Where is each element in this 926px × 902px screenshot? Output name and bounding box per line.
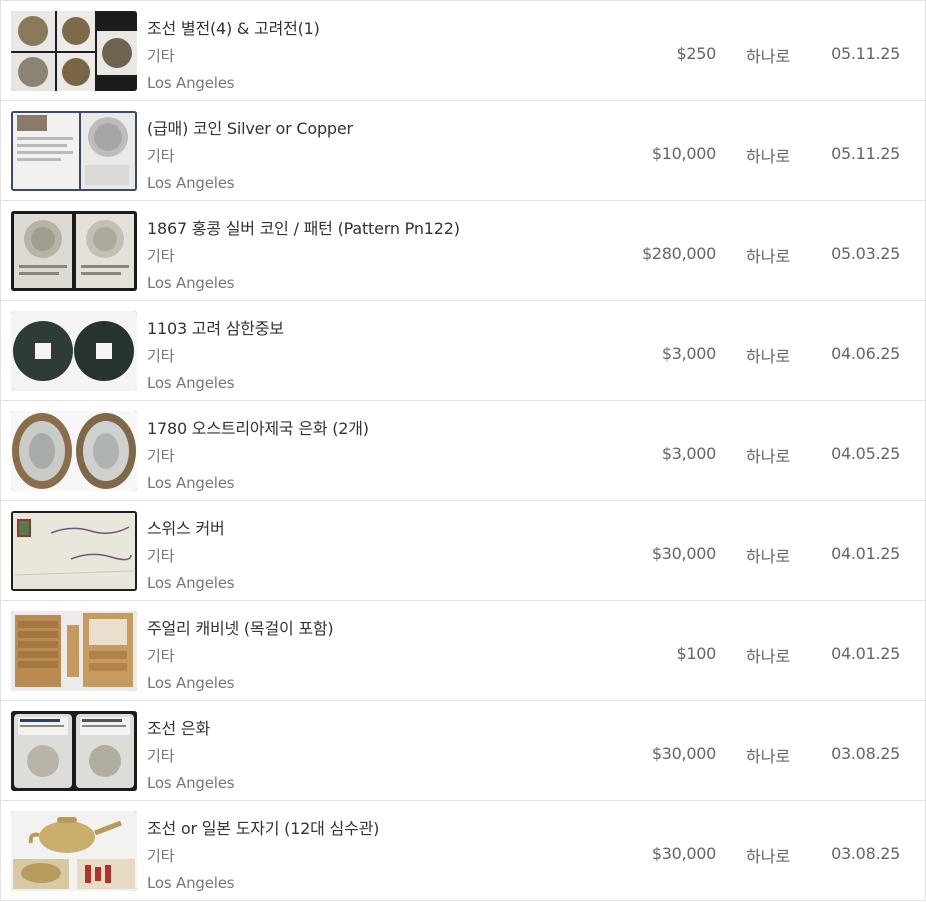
listing-row[interactable]: 조선 별전(4) & 고려전(1) 기타 Los Angeles $250 하나…: [0, 1, 926, 101]
listing-category: 기타: [147, 847, 175, 865]
listing-date: 03.08.25: [831, 844, 900, 863]
listing-price: $3,000: [661, 344, 716, 363]
listing-seller: 하나로: [746, 847, 791, 866]
listing-price: $100: [676, 644, 716, 663]
listing-location: Los Angeles: [147, 174, 235, 192]
listing-thumbnail[interactable]: [11, 111, 137, 191]
listing-seller: 하나로: [746, 647, 791, 666]
listing-thumbnail[interactable]: [11, 211, 137, 291]
listing-category: 기타: [147, 247, 175, 265]
listing-seller: 하나로: [746, 447, 791, 466]
listing-price: $30,000: [651, 544, 716, 563]
listing-price: $10,000: [651, 144, 716, 163]
listing-row[interactable]: 1103 고려 삼한중보 기타 Los Angeles $3,000 하나로 0…: [0, 301, 926, 401]
listing-row[interactable]: 1780 오스트리아제국 은화 (2개) 기타 Los Angeles $3,0…: [0, 401, 926, 501]
listing-row[interactable]: 주얼리 캐비넷 (목걸이 포함) 기타 Los Angeles $100 하나로…: [0, 601, 926, 701]
listing-category: 기타: [147, 547, 175, 565]
listing-category: 기타: [147, 447, 175, 465]
listing-date: 04.06.25: [831, 344, 900, 363]
listing-thumbnail[interactable]: [11, 711, 137, 791]
listing-title[interactable]: 조선 별전(4) & 고려전(1): [147, 15, 320, 39]
listing-title[interactable]: 조선 or 일본 도자기 (12대 심수관): [147, 815, 379, 839]
listing-date: 04.01.25: [831, 644, 900, 663]
listing-location: Los Angeles: [147, 674, 235, 692]
listing-date: 04.05.25: [831, 444, 900, 463]
listing-seller: 하나로: [746, 347, 791, 366]
listing-location: Los Angeles: [147, 74, 235, 92]
listing-location: Los Angeles: [147, 274, 235, 292]
listing-category: 기타: [147, 347, 175, 365]
listing-thumbnail[interactable]: [11, 611, 137, 691]
listing-seller: 하나로: [746, 47, 791, 66]
listing-date: 05.11.25: [831, 144, 900, 163]
listing-title[interactable]: 1780 오스트리아제국 은화 (2개): [147, 415, 369, 439]
listing-date: 04.01.25: [831, 544, 900, 563]
listing-price: $3,000: [661, 444, 716, 463]
listing-title[interactable]: 조선 은화: [147, 715, 210, 739]
listing-thumbnail[interactable]: [11, 411, 137, 491]
listing-category: 기타: [147, 647, 175, 665]
listing-category: 기타: [147, 147, 175, 165]
listing-row[interactable]: (급매) 코인 Silver or Copper 기타 Los Angeles …: [0, 101, 926, 201]
listing-row[interactable]: 1867 홍콩 실버 코인 / 패턴 (Pattern Pn122) 기타 Lo…: [0, 201, 926, 301]
listing-category: 기타: [147, 47, 175, 65]
listing-location: Los Angeles: [147, 474, 235, 492]
listing-category: 기타: [147, 747, 175, 765]
listing-title[interactable]: 주얼리 캐비넷 (목걸이 포함): [147, 615, 334, 639]
listing-date: 05.03.25: [831, 244, 900, 263]
listing-date: 03.08.25: [831, 744, 900, 763]
listing-location: Los Angeles: [147, 574, 235, 592]
listing-date: 05.11.25: [831, 44, 900, 63]
listing-seller: 하나로: [746, 547, 791, 566]
listing-seller: 하나로: [746, 747, 791, 766]
listing-price: $250: [676, 44, 716, 63]
listing-price: $30,000: [651, 744, 716, 763]
listing-price: $280,000: [642, 244, 716, 263]
listing-thumbnail[interactable]: [11, 11, 137, 91]
listing-row[interactable]: 스위스 커버 기타 Los Angeles $30,000 하나로 04.01.…: [0, 501, 926, 601]
listing-location: Los Angeles: [147, 774, 235, 792]
listing-price: $30,000: [651, 844, 716, 863]
listing-row[interactable]: 조선 은화 기타 Los Angeles $30,000 하나로 03.08.2…: [0, 701, 926, 801]
listing-location: Los Angeles: [147, 374, 235, 392]
listing-thumbnail[interactable]: [11, 511, 137, 591]
listing-title[interactable]: (급매) 코인 Silver or Copper: [147, 115, 353, 139]
listing-title[interactable]: 스위스 커버: [147, 515, 225, 539]
listing-title[interactable]: 1103 고려 삼한중보: [147, 315, 284, 339]
listing-row[interactable]: 조선 or 일본 도자기 (12대 심수관) 기타 Los Angeles $3…: [0, 801, 926, 901]
listing-location: Los Angeles: [147, 874, 235, 892]
listing-seller: 하나로: [746, 247, 791, 266]
listing-list: 조선 별전(4) & 고려전(1) 기타 Los Angeles $250 하나…: [0, 0, 926, 901]
listing-thumbnail[interactable]: [11, 311, 137, 391]
listing-seller: 하나로: [746, 147, 791, 166]
listing-title[interactable]: 1867 홍콩 실버 코인 / 패턴 (Pattern Pn122): [147, 215, 460, 239]
listing-thumbnail[interactable]: [11, 811, 137, 891]
